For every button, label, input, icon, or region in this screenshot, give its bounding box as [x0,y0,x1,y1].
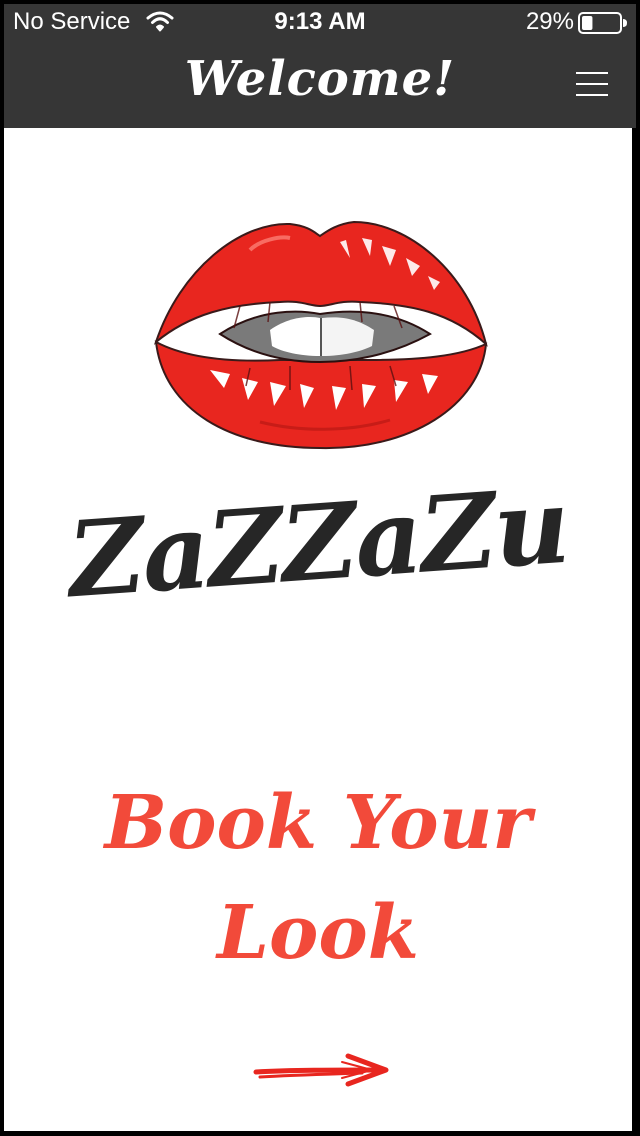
brand-logo-text: ZaZZaZu [64,463,572,622]
hamburger-menu-icon[interactable] [570,64,614,104]
battery-percent: 29% [525,8,574,35]
red-lips-illustration [150,210,490,460]
main-content: ZaZZaZu Book Your Look [4,128,632,1131]
battery-icon [578,11,628,42]
arrow-right-icon[interactable] [252,1050,392,1095]
book-your-look-button[interactable]: Book Your Look [4,768,632,988]
app-screen: No Service 9:13 AM 29% Welcome! ZaZZaZu … [0,0,640,1136]
header-bar: No Service 9:13 AM 29% Welcome! [4,4,636,128]
status-bar: No Service 9:13 AM 29% [4,4,636,40]
page-title: Welcome! [184,51,456,107]
